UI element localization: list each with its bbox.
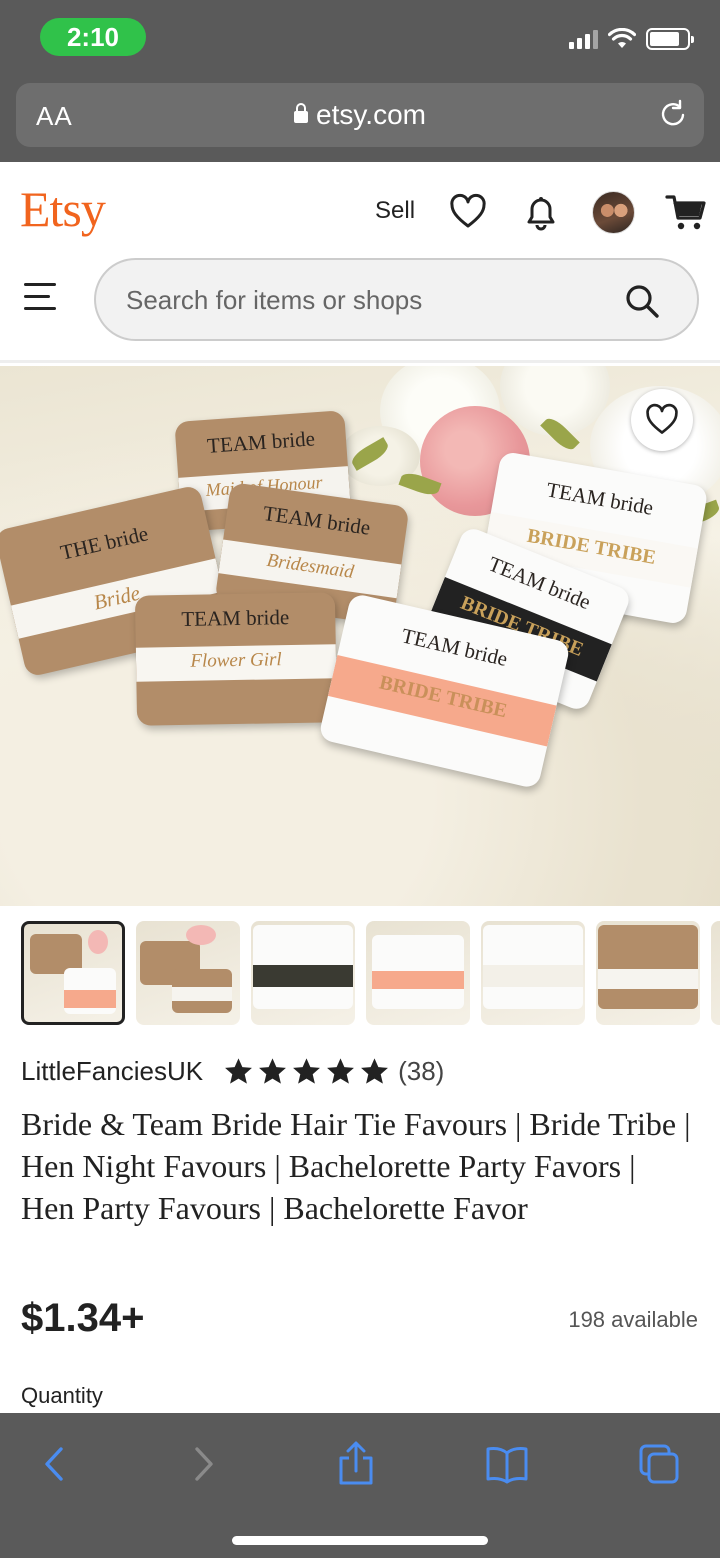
star-icon bbox=[327, 1057, 355, 1084]
status-time: 2:10 bbox=[40, 18, 146, 56]
thumbnail-5[interactable] bbox=[481, 921, 585, 1025]
star-icon bbox=[293, 1057, 321, 1084]
product-price: $1.34+ bbox=[21, 1296, 145, 1340]
url-text: etsy.com bbox=[316, 99, 426, 130]
heart-icon bbox=[646, 403, 678, 434]
forward-icon[interactable] bbox=[180, 1441, 226, 1487]
home-indicator[interactable] bbox=[232, 1536, 488, 1545]
status-icons bbox=[569, 28, 694, 50]
notifications-bell-icon[interactable] bbox=[521, 192, 561, 232]
sell-link[interactable]: Sell bbox=[375, 197, 415, 225]
thumbnail-4[interactable] bbox=[366, 921, 470, 1025]
thumbnail-strip bbox=[21, 921, 720, 1027]
header-divider bbox=[0, 360, 720, 363]
search-icon[interactable] bbox=[623, 282, 661, 320]
hamburger-menu-icon[interactable] bbox=[24, 283, 58, 311]
safari-top-bar: 2:10 AA etsy.com bbox=[0, 0, 720, 162]
address-bar[interactable]: AA etsy.com bbox=[16, 83, 704, 147]
thumbnail-3[interactable] bbox=[251, 921, 355, 1025]
etsy-logo[interactable]: Etsy bbox=[20, 180, 106, 238]
star-icon bbox=[361, 1057, 389, 1084]
star-icon bbox=[225, 1057, 253, 1084]
url-display[interactable]: etsy.com bbox=[16, 99, 704, 131]
thumbnail-6[interactable] bbox=[596, 921, 700, 1025]
battery-icon bbox=[646, 28, 694, 50]
shop-rating-row: LittleFanciesUK (38) bbox=[21, 1053, 444, 1089]
thumbnail-7[interactable] bbox=[711, 921, 720, 1025]
review-count[interactable]: (38) bbox=[398, 1056, 444, 1087]
tabs-icon[interactable] bbox=[636, 1441, 682, 1487]
wifi-icon bbox=[608, 28, 636, 48]
hair-tie-card: TEAM bride Flower Girl bbox=[134, 592, 338, 726]
signal-icon bbox=[569, 29, 598, 49]
safari-bottom-toolbar bbox=[0, 1413, 720, 1558]
favorites-heart-icon[interactable] bbox=[448, 192, 488, 232]
search-bar[interactable] bbox=[94, 258, 699, 341]
reload-icon[interactable] bbox=[658, 99, 688, 129]
user-avatar[interactable] bbox=[592, 191, 635, 234]
shop-name-link[interactable]: LittleFanciesUK bbox=[21, 1056, 203, 1087]
favorite-item-button[interactable] bbox=[631, 389, 693, 451]
lock-icon bbox=[294, 103, 309, 123]
product-main-image[interactable]: TEAM bride Maid of Honour THE bride Brid… bbox=[0, 366, 720, 906]
star-icon bbox=[259, 1057, 287, 1084]
back-icon[interactable] bbox=[32, 1441, 78, 1487]
thumbnail-2[interactable] bbox=[136, 921, 240, 1025]
cart-icon[interactable] bbox=[665, 192, 707, 232]
rating-stars[interactable] bbox=[223, 1056, 390, 1087]
product-title: Bride & Team Bride Hair Tie Favours | Br… bbox=[21, 1106, 691, 1226]
search-input[interactable] bbox=[126, 278, 606, 322]
stock-availability: 198 available bbox=[568, 1307, 698, 1332]
thumbnail-1[interactable] bbox=[21, 921, 125, 1025]
bookmarks-icon[interactable] bbox=[484, 1441, 530, 1487]
share-icon[interactable] bbox=[333, 1441, 379, 1487]
quantity-label: Quantity bbox=[21, 1383, 103, 1408]
